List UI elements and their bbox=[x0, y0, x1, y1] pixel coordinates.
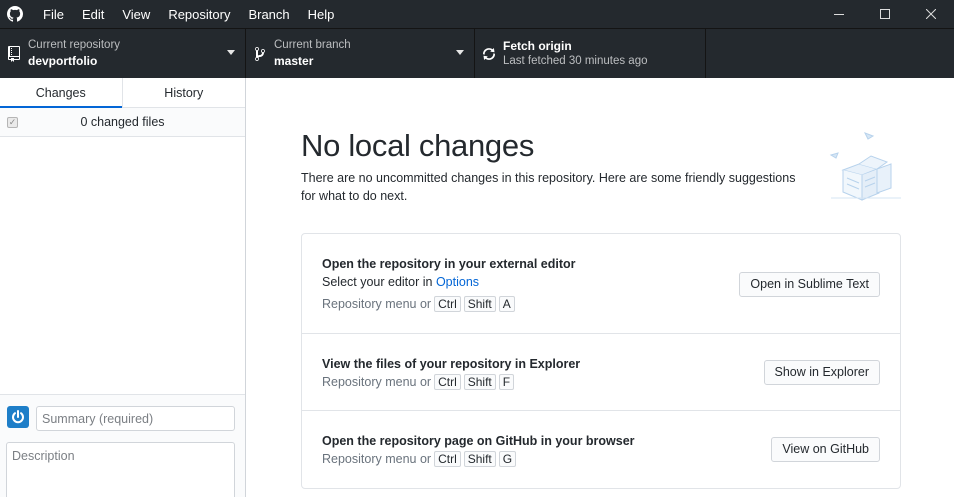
branch-name: master bbox=[274, 54, 314, 68]
avatar bbox=[7, 406, 29, 428]
caret-down-icon bbox=[456, 50, 464, 55]
view-on-github-button[interactable]: View on GitHub bbox=[771, 437, 880, 462]
repo-icon bbox=[1, 45, 27, 62]
menu-branch[interactable]: Branch bbox=[239, 0, 298, 28]
suggestion-open-editor: Open the repository in your external edi… bbox=[302, 234, 900, 334]
shortcut-label: Repository menu or bbox=[322, 375, 432, 389]
key-ctrl: Ctrl bbox=[434, 451, 461, 467]
sidebar: Changes History ✓ 0 changed files bbox=[0, 78, 246, 497]
suggestion-description: Select your editor in Options bbox=[322, 275, 479, 289]
empty-box-illustration bbox=[825, 126, 909, 209]
sync-icon bbox=[476, 46, 502, 62]
suggestion-view-github: Open the repository page on GitHub in yo… bbox=[302, 411, 900, 488]
menu-bar: File Edit View Repository Branch Help bbox=[34, 0, 343, 28]
sidebar-tabs: Changes History bbox=[0, 78, 245, 108]
key-shift: Shift bbox=[463, 374, 496, 390]
close-icon[interactable] bbox=[908, 0, 954, 28]
key-shift: Shift bbox=[463, 296, 496, 312]
branch-icon bbox=[247, 46, 273, 62]
changed-files-count: 0 changed files bbox=[80, 115, 165, 129]
caret-down-icon bbox=[227, 50, 235, 55]
current-branch-button[interactable]: Current branch master bbox=[246, 29, 475, 78]
changed-files-header: ✓ 0 changed files bbox=[0, 108, 245, 137]
current-repository-button[interactable]: Current repository devportfolio bbox=[0, 29, 246, 78]
repository-label: Current repository bbox=[28, 39, 121, 51]
editor-hint-text: Select your editor in bbox=[322, 275, 436, 289]
tab-history[interactable]: History bbox=[123, 78, 246, 107]
branch-label: Current branch bbox=[274, 39, 351, 51]
suggestions-panel: Open the repository in your external edi… bbox=[301, 233, 901, 489]
tab-changes[interactable]: Changes bbox=[0, 78, 123, 108]
power-icon bbox=[12, 410, 24, 424]
maximize-icon[interactable] bbox=[862, 0, 908, 28]
fetch-origin-button[interactable]: Fetch origin Last fetched 30 minutes ago bbox=[475, 29, 706, 78]
menu-file[interactable]: File bbox=[34, 0, 73, 28]
menu-help[interactable]: Help bbox=[299, 0, 344, 28]
suggestion-title: Open the repository in your external edi… bbox=[322, 257, 576, 271]
open-in-editor-button[interactable]: Open in Sublime Text bbox=[739, 272, 880, 297]
commit-area bbox=[0, 394, 245, 497]
window-controls bbox=[816, 0, 954, 28]
menu-repository[interactable]: Repository bbox=[159, 0, 239, 28]
show-in-explorer-button[interactable]: Show in Explorer bbox=[763, 360, 880, 385]
suggestion-title: Open the repository page on GitHub in yo… bbox=[322, 434, 635, 448]
menu-view[interactable]: View bbox=[113, 0, 159, 28]
title-bar: File Edit View Repository Branch Help bbox=[0, 0, 954, 28]
key-ctrl: Ctrl bbox=[434, 374, 461, 390]
key-g: G bbox=[498, 451, 517, 467]
fetch-label: Fetch origin bbox=[503, 39, 572, 53]
suggestion-show-explorer: View the files of your repository in Exp… bbox=[302, 334, 900, 411]
suggestion-title: View the files of your repository in Exp… bbox=[322, 357, 581, 371]
summary-input[interactable] bbox=[36, 406, 235, 431]
shortcut-label: Repository menu or bbox=[322, 452, 432, 466]
key-shift: Shift bbox=[463, 451, 496, 467]
menu-edit[interactable]: Edit bbox=[73, 0, 113, 28]
minimize-icon[interactable] bbox=[816, 0, 862, 28]
description-input[interactable] bbox=[6, 442, 235, 497]
page-subtitle: There are no uncommitted changes in this… bbox=[301, 171, 796, 203]
repository-name: devportfolio bbox=[28, 54, 98, 68]
last-fetched-text: Last fetched 30 minutes ago bbox=[503, 55, 648, 67]
checkbox-icon[interactable]: ✓ bbox=[7, 117, 18, 128]
key-a: A bbox=[498, 296, 515, 312]
main-panel: No local changes There are no uncommitte… bbox=[247, 78, 954, 497]
shortcut-hint: Repository menu or Ctrl Shift F bbox=[322, 374, 515, 390]
shortcut-hint: Repository menu or Ctrl Shift G bbox=[322, 451, 517, 467]
key-f: F bbox=[498, 374, 515, 390]
page-title: No local changes bbox=[301, 128, 535, 163]
shortcut-label: Repository menu or bbox=[322, 297, 432, 311]
key-ctrl: Ctrl bbox=[434, 296, 461, 312]
options-link[interactable]: Options bbox=[436, 275, 479, 289]
toolbar: Current repository devportfolio Current … bbox=[0, 28, 954, 78]
github-logo-icon[interactable] bbox=[1, 0, 29, 28]
shortcut-hint: Repository menu or Ctrl Shift A bbox=[322, 296, 515, 312]
